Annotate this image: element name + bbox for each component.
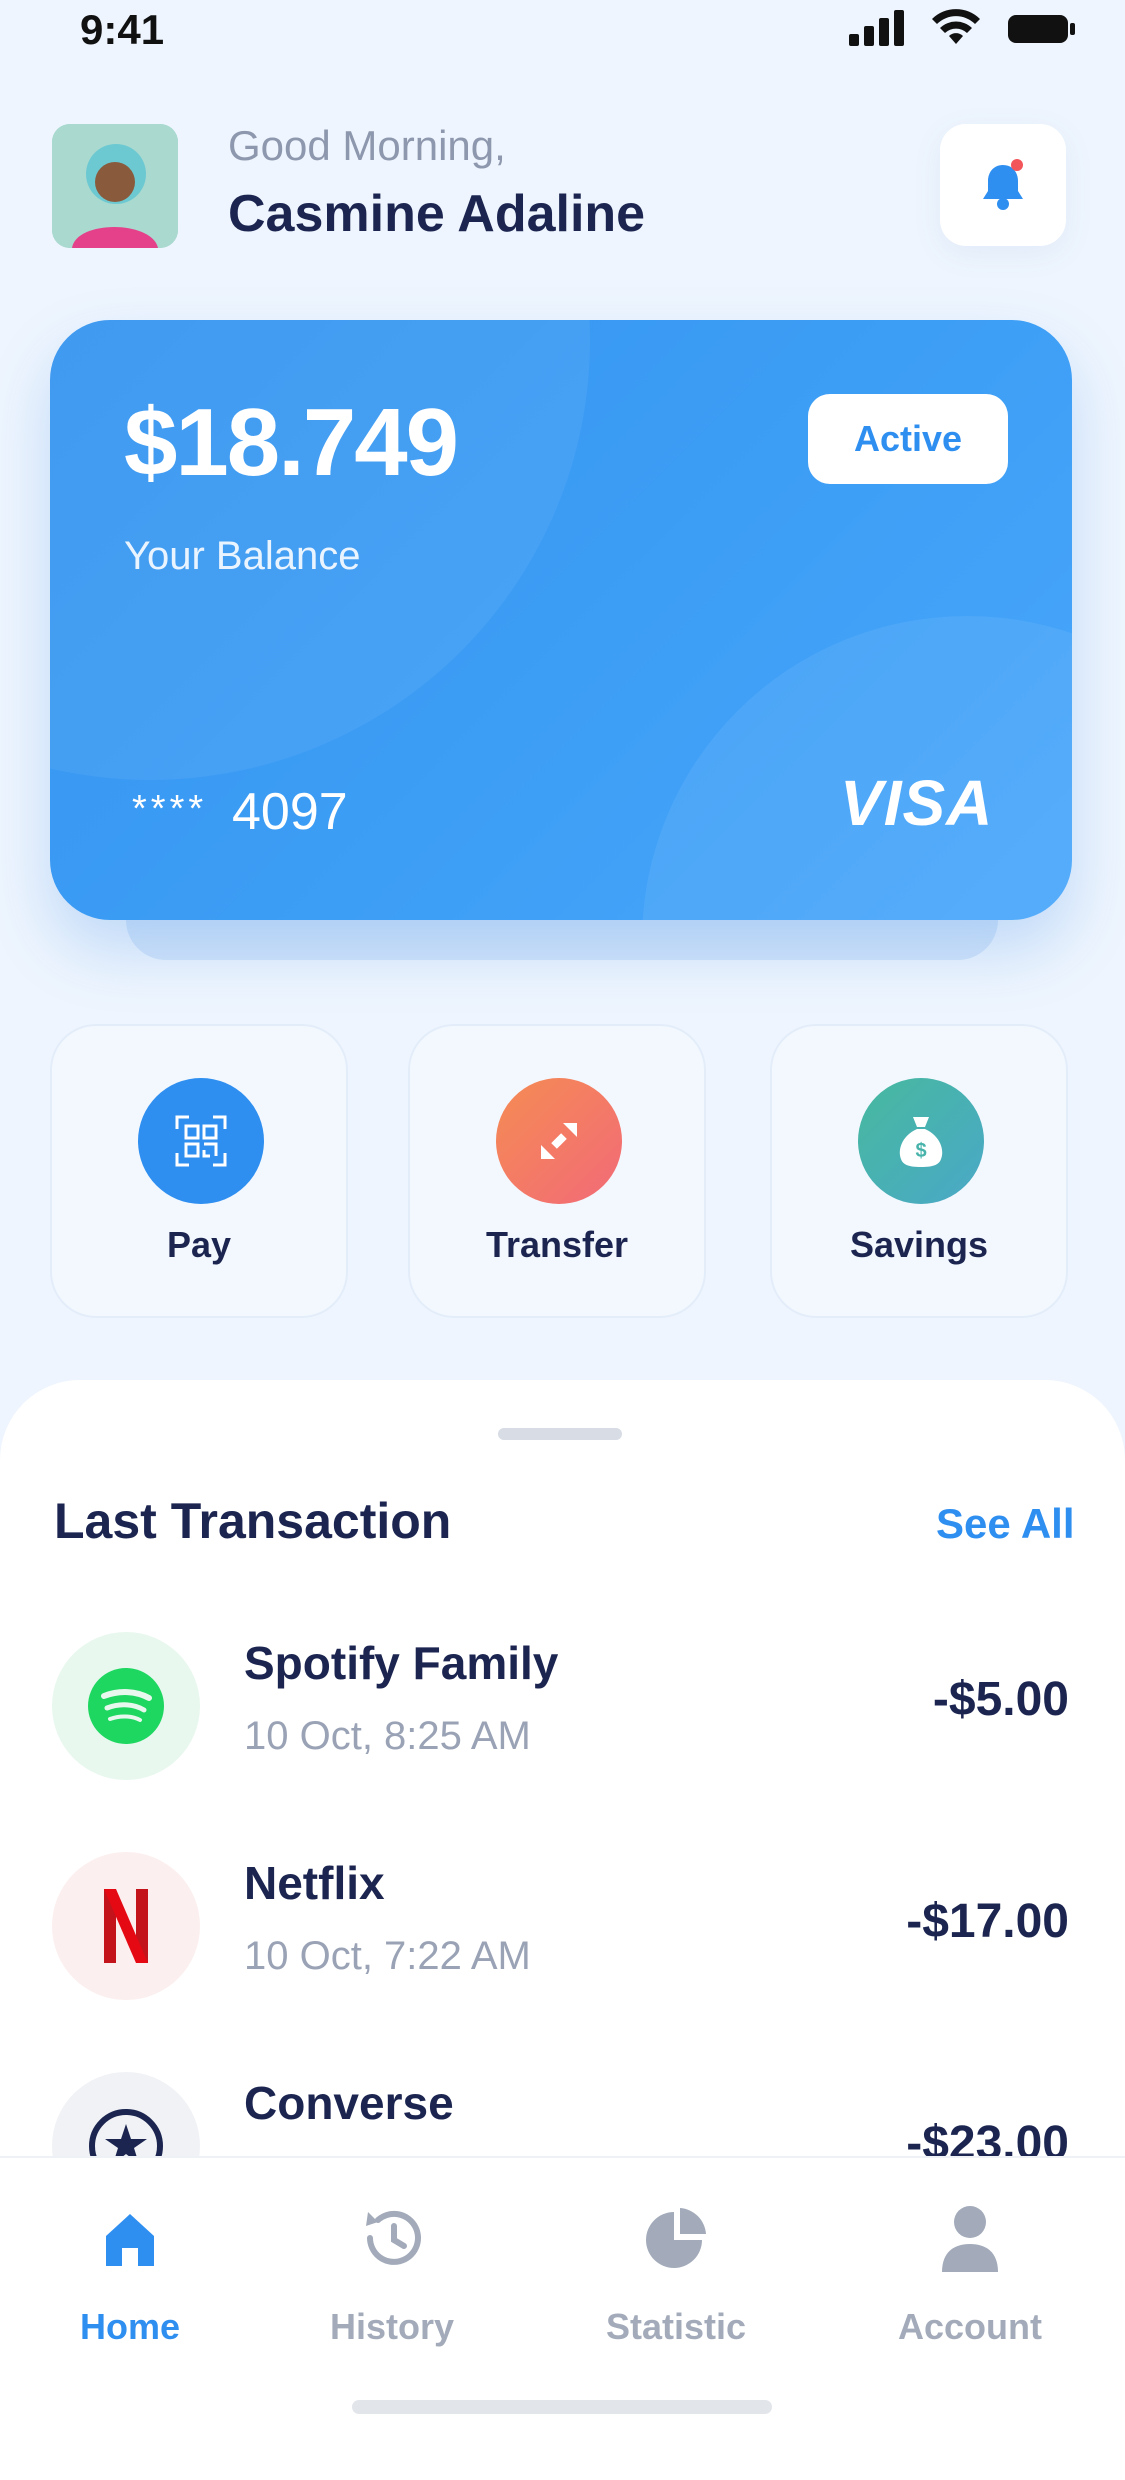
- balance-label: Your Balance: [124, 534, 361, 578]
- transaction-amount: -$17.00: [906, 1895, 1069, 1948]
- transaction-time: 10 Oct, 8:25 AM: [244, 1714, 531, 1758]
- avatar[interactable]: [52, 124, 178, 248]
- nav-history[interactable]: History: [282, 2200, 502, 2348]
- avatar-image: [52, 124, 178, 248]
- visa-logo: VISA: [840, 767, 994, 839]
- action-label: Savings: [849, 1224, 989, 1265]
- nav-statistic[interactable]: Statistic: [566, 2200, 786, 2348]
- pay-button[interactable]: Pay: [50, 1024, 348, 1318]
- savings-button[interactable]: $ Savings: [770, 1024, 1068, 1318]
- nav-label: Statistic: [605, 2306, 747, 2347]
- transaction-time: 10 Oct, 7:22 AM: [244, 1934, 531, 1978]
- transfer-arrows-icon: [496, 1078, 622, 1204]
- see-all-link[interactable]: See All: [936, 1500, 1075, 1548]
- user-icon: [942, 2206, 998, 2272]
- user-name: Casmine Adaline: [228, 185, 646, 243]
- svg-text:$: $: [915, 1140, 926, 1162]
- history-icon: [366, 2210, 421, 2265]
- sheet-handle[interactable]: [498, 1428, 622, 1440]
- card-masked-digits: ****: [132, 788, 208, 830]
- transaction-name: Spotify Family: [244, 1637, 559, 1689]
- balance-amount: $18.749: [124, 389, 459, 496]
- netflix-icon: [52, 1852, 200, 2000]
- transaction-amount: -$5.00: [932, 1673, 1069, 1726]
- qr-scan-icon: [138, 1078, 264, 1204]
- card-status-button[interactable]: Active: [808, 394, 1008, 484]
- battery-icon: [1008, 15, 1075, 43]
- card-last-four: 4097: [232, 783, 348, 841]
- signal-icon: [849, 10, 904, 46]
- home-indicator: [352, 2400, 772, 2414]
- nav-account[interactable]: Account: [860, 2200, 1080, 2348]
- nav-label: Account: [898, 2306, 1042, 2347]
- status-time: 9:41: [80, 6, 165, 53]
- nav-label: History: [329, 2306, 455, 2347]
- section-title: Last Transaction: [54, 1493, 452, 1549]
- transaction-name: Netflix: [244, 1857, 385, 1909]
- transfer-button[interactable]: Transfer: [408, 1024, 706, 1318]
- bell-icon: [983, 159, 1023, 210]
- action-label: Pay: [166, 1224, 232, 1265]
- wifi-icon: [932, 9, 980, 44]
- status-icons: [849, 8, 1077, 46]
- notification-button[interactable]: [940, 124, 1066, 246]
- greeting-text: Good Morning,: [228, 122, 506, 169]
- action-label: Transfer: [485, 1224, 629, 1265]
- home-icon: [106, 2214, 154, 2266]
- pie-chart-icon: [646, 2208, 706, 2268]
- spotify-icon: [52, 1632, 200, 1780]
- money-bag-icon: $: [858, 1078, 984, 1204]
- balance-card[interactable]: $18.749 Your Balance Active **** 4097 VI…: [50, 320, 1072, 920]
- transaction-name: Converse: [244, 2077, 454, 2129]
- nav-home[interactable]: Home: [20, 2200, 240, 2348]
- nav-label: Home: [79, 2306, 181, 2347]
